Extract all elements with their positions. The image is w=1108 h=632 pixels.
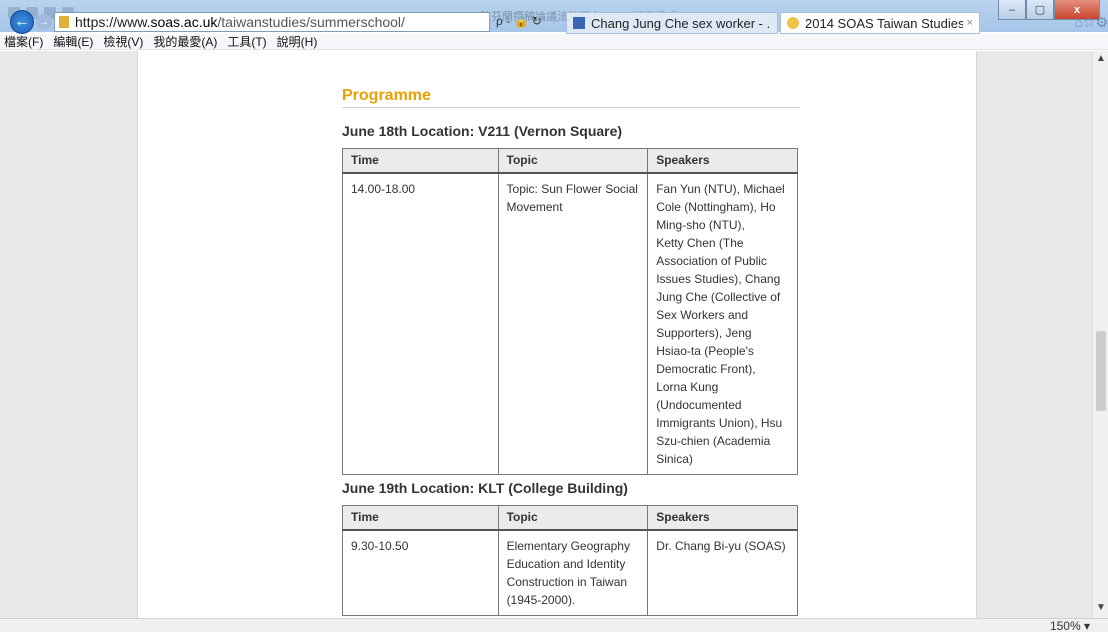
tab-favicon-icon (787, 17, 799, 29)
right-gutter (976, 51, 1092, 618)
column-header-speakers: Speakers (647, 148, 798, 174)
menu-tools[interactable]: 工具(T) (227, 33, 266, 50)
menu-file[interactable]: 檔案(F) (4, 33, 43, 50)
browser-window: 陳芬蘭撰稿論議法律研究.docx [相容模式] - Word – ▢ x ← →… (0, 0, 1108, 632)
cell-topic: Topic: Sun Flower Social Movement (497, 172, 649, 475)
cell-time: 9.30-10.50 (342, 529, 499, 616)
address-host: soas.ac.uk (150, 14, 218, 30)
cell-time: 14.00-18.00 (342, 172, 499, 475)
menu-favorites[interactable]: 我的最愛(A) (153, 33, 217, 50)
address-bar[interactable]: https://www. soas.ac.uk/taiwanstudies/sum… (54, 12, 490, 32)
column-header-speakers: Speakers (647, 505, 798, 531)
column-header-topic: Topic (497, 505, 649, 531)
forward-button[interactable]: → (36, 14, 52, 30)
tab-favicon-icon (573, 17, 585, 29)
zoom-level[interactable]: 150% ▾ (1050, 619, 1090, 632)
home-favorites-settings-icons[interactable]: ⌂☆⚙ (1074, 14, 1108, 31)
site-favicon (59, 16, 69, 28)
menu-bar: 檔案(F) 編輯(E) 檢視(V) 我的最愛(A) 工具(T) 說明(H) (0, 34, 1108, 50)
scroll-thumb[interactable] (1096, 331, 1106, 411)
cell-topic: Elementary Geography Education and Ident… (497, 529, 649, 616)
day-heading: June 19th Location: KLT (College Buildin… (342, 480, 628, 496)
scroll-down-icon[interactable]: ▼ (1093, 602, 1108, 616)
section-title: Programme (342, 87, 800, 108)
address-scheme: https://www. (75, 14, 151, 30)
day-heading: June 18th Location: V211 (Vernon Square) (342, 123, 623, 139)
back-button[interactable]: ← (10, 10, 34, 34)
table-row: 9.30-10.50 Elementary Geography Educatio… (342, 529, 798, 616)
navigation-bar: ← → https://www. soas.ac.uk/taiwanstudies… (0, 10, 1108, 34)
status-bar: 150% ▾ (0, 618, 1108, 632)
schedule-table: Time Topic Speakers 9.30-10.50 Elementar… (342, 505, 798, 616)
left-gutter (0, 51, 138, 618)
cell-speakers: Fan Yun (NTU), Michael Cole (Nottingham)… (647, 172, 798, 475)
menu-edit[interactable]: 編輯(E) (53, 33, 93, 50)
arrow-left-icon: ← (14, 13, 30, 30)
address-path: /taiwanstudies/summerschool/ (217, 14, 405, 30)
menu-view[interactable]: 檢視(V) (103, 33, 143, 50)
table-row: 14.00-18.00 Topic: Sun Flower Social Mov… (342, 172, 798, 475)
column-header-time: Time (342, 505, 499, 531)
tab-chang-jung-che[interactable]: Chang Jung Che sex worker - ... (566, 12, 778, 34)
tab-soas-taiwan-studies[interactable]: 2014 SOAS Taiwan Studies ... × (780, 12, 980, 34)
column-header-time: Time (342, 148, 499, 174)
tab-label: Chang Jung Che sex worker - ... (591, 15, 771, 31)
tab-close-icon[interactable]: × (963, 17, 973, 29)
page-viewport: Programme June 18th Location: V211 (Vern… (0, 51, 1108, 618)
vertical-scrollbar[interactable]: ▲ ▼ (1092, 51, 1108, 618)
column-header-topic: Topic (497, 148, 649, 174)
arrow-right-icon: → (39, 16, 49, 28)
schedule-table: Time Topic Speakers 14.00-18.00 Topic: S… (342, 148, 798, 475)
address-tools[interactable]: ρ - 🔒 ↻ (496, 14, 542, 28)
scroll-up-icon[interactable]: ▲ (1093, 53, 1108, 67)
tab-label: 2014 SOAS Taiwan Studies ... (805, 15, 963, 31)
cell-speakers: Dr. Chang Bi-yu (SOAS) (647, 529, 798, 616)
menu-help[interactable]: 說明(H) (277, 33, 318, 50)
